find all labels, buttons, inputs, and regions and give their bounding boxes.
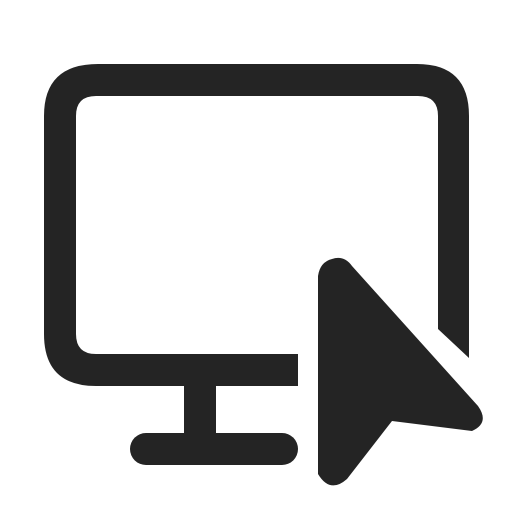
monitor-stand-base bbox=[130, 433, 298, 465]
monitor-stand-neck bbox=[184, 384, 216, 436]
desktop-cursor-icon bbox=[0, 0, 512, 512]
desktop-cursor-svg bbox=[44, 64, 483, 486]
